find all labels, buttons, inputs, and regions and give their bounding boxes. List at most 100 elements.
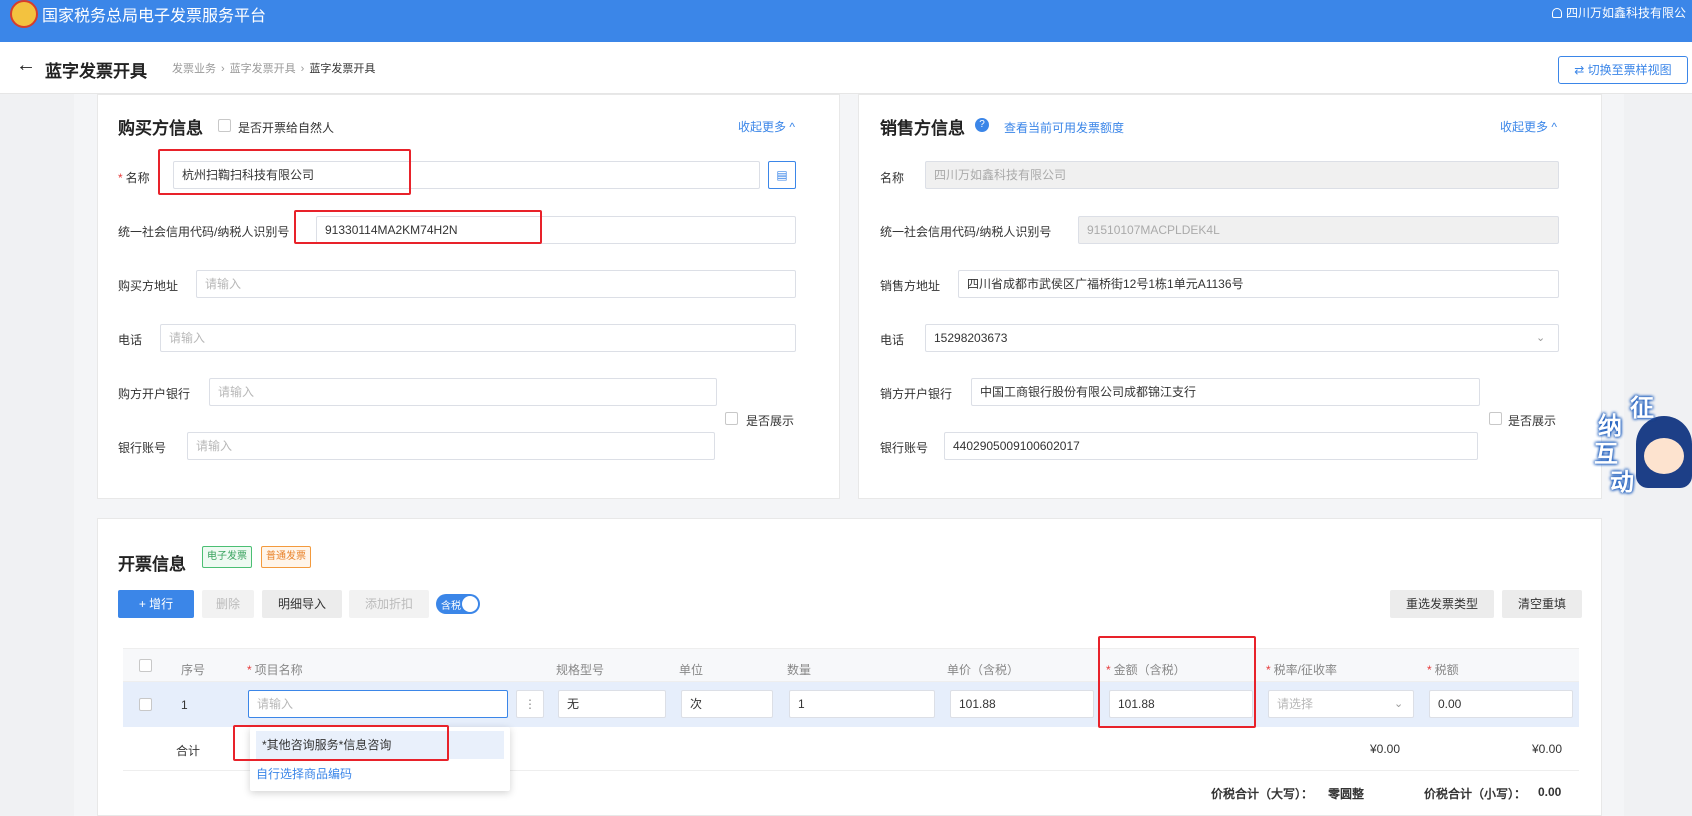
invoice-title: 开票信息 [118, 555, 186, 574]
seller-title: 销售方信息 [880, 119, 965, 138]
seller-account-label: 银行账号 [880, 441, 929, 455]
switch-view-button[interactable]: ⇄ 切换至票样视图 [1558, 56, 1688, 84]
seller-phone-select[interactable]: 15298203673 [925, 324, 1559, 352]
total-amount: ¥0.00 [1370, 742, 1401, 756]
list-icon: ▤ [776, 168, 788, 182]
buyer-address-input[interactable]: 请输入 [196, 270, 796, 298]
col-amount: * 金额（含税） [1106, 663, 1186, 677]
total-tax: ¥0.00 [1532, 742, 1563, 756]
seller-phone-label: 电话 [880, 333, 905, 347]
buyer-name-label: * 名称 [118, 171, 150, 185]
help-icon[interactable]: ? [975, 118, 989, 132]
chevron-down-icon: ⌄ [1536, 332, 1546, 344]
reselect-type-button[interactable]: 重选发票类型 [1390, 590, 1494, 618]
qty-input[interactable]: 1 [789, 690, 935, 718]
buyer-lookup-button[interactable]: ▤ [768, 161, 796, 189]
total-lower-value: 0.00 [1538, 785, 1562, 799]
price-input[interactable]: 101.88 [950, 690, 1094, 718]
tax-emblem-icon [10, 0, 38, 28]
total-lower-label: 价税合计（小写）： [1424, 787, 1527, 801]
tax-rate-select[interactable]: 请选择 [1268, 690, 1414, 718]
seller-name-label: 名称 [880, 171, 905, 185]
mascot-char: 动 [1610, 469, 1634, 496]
back-arrow-icon[interactable]: ← [16, 54, 36, 77]
buyer-bank-label: 购方开户银行 [118, 387, 191, 401]
col-tax: * 税额 [1427, 663, 1459, 677]
tax-input[interactable]: 0.00 [1429, 690, 1573, 718]
left-gutter [0, 94, 74, 816]
breadcrumb-item[interactable]: 发票业务 [172, 63, 216, 75]
total-upper-label: 价税合计（大写）： [1211, 787, 1314, 801]
breadcrumb-item[interactable]: 蓝字发票开具 [230, 63, 296, 75]
buyer-address-label: 购买方地址 [118, 279, 179, 293]
buyer-tax-id-label: 统一社会信用代码/纳税人识别号 [118, 225, 290, 239]
item-more-button[interactable]: ⋮ [516, 690, 544, 718]
select-all-checkbox[interactable] [139, 659, 152, 672]
suggestion-option[interactable]: *其他咨询服务*信息咨询 [256, 731, 504, 759]
tax-inclusive-toggle[interactable]: 含税 [436, 594, 480, 614]
buyer-bank-input[interactable]: 请输入 [209, 378, 717, 406]
buyer-account-input[interactable]: 请输入 [187, 432, 715, 460]
natural-person-checkbox[interactable] [218, 119, 231, 132]
seller-address-label: 销售方地址 [880, 279, 941, 293]
user-name: 四川万如鑫科技有限公 [1565, 6, 1686, 20]
seller-show-label: 是否展示 [1508, 414, 1557, 428]
platform-title: 国家税务总局电子发票服务平台 [42, 8, 267, 25]
seller-tax-id-input: 91510107MACPLDEK4L [1078, 216, 1559, 244]
delete-button[interactable]: 删除 [202, 590, 254, 618]
import-details-button[interactable]: 明细导入 [262, 590, 342, 618]
mascot-char: 征 [1630, 395, 1654, 422]
breadcrumb: 发票业务 › 蓝字发票开具 › 蓝字发票开具 [172, 60, 375, 76]
clear-refill-button[interactable]: 清空重填 [1502, 590, 1582, 618]
toggle-label: 含税 [441, 601, 461, 612]
buyer-collapse-link[interactable]: 收起更多 ^ [738, 118, 795, 135]
amount-input[interactable]: 101.88 [1109, 690, 1253, 718]
seller-collapse-link[interactable]: 收起更多 ^ [1500, 118, 1557, 135]
mascot-face-icon [1644, 438, 1684, 474]
chevron-down-icon: ⌄ [1394, 698, 1404, 710]
total-label: 合计 [176, 744, 201, 758]
col-index: 序号 [181, 663, 206, 677]
buyer-tax-id-input[interactable]: 91330114MA2KM74H2N [316, 216, 796, 244]
seller-tax-id-label: 统一社会信用代码/纳税人识别号 [880, 225, 1052, 239]
seller-account-input[interactable]: 4402905009100602017 [944, 432, 1478, 460]
unit-input[interactable]: 次 [681, 690, 773, 718]
quota-link[interactable]: 查看当前可用发票额度 [1004, 119, 1124, 136]
spec-input[interactable]: 无 [558, 690, 666, 718]
buyer-phone-input[interactable]: 请输入 [160, 324, 796, 352]
col-item-name: * 项目名称 [247, 663, 303, 677]
seller-address-input[interactable]: 四川省成都市武侯区广福桥街12号1栋1单元A1136号 [958, 270, 1559, 298]
page-title: 蓝字发票开具 [45, 62, 147, 81]
tag-normal: 普通发票 [261, 546, 311, 568]
seller-bank-input[interactable]: 中国工商银行股份有限公司成都锦江支行 [971, 378, 1480, 406]
col-price: 单价（含税） [947, 663, 1020, 677]
page-header: ← 蓝字发票开具 发票业务 › 蓝字发票开具 › 蓝字发票开具 ⇄ 切换至票样视图 [0, 42, 1692, 94]
top-bar: 国家税务总局电子发票服务平台 四川万如鑫科技有限公 [0, 0, 1692, 42]
add-discount-button[interactable]: 添加折扣 [349, 590, 429, 618]
breadcrumb-current: 蓝字发票开具 [309, 63, 376, 75]
toggle-knob [462, 596, 478, 612]
interaction-mascot[interactable]: 征 纳 互 动 [1590, 388, 1692, 498]
user-menu[interactable]: 四川万如鑫科技有限公 [1551, 4, 1686, 21]
total-upper-value: 零圆整 [1328, 787, 1365, 801]
col-unit: 单位 [679, 663, 704, 677]
breadcrumb-separator: › [300, 63, 305, 75]
seller-show-checkbox[interactable] [1489, 412, 1502, 425]
buyer-show-checkbox[interactable] [725, 412, 738, 425]
seller-name-input: 四川万如鑫科技有限公司 [925, 161, 1559, 189]
seller-bank-label: 销方开户银行 [880, 387, 953, 401]
tag-electronic: 电子发票 [202, 546, 252, 568]
select-code-link[interactable]: 自行选择商品编码 [256, 765, 352, 782]
row-index: 1 [181, 698, 188, 712]
buyer-name-input[interactable]: 杭州扫鞫扫科技有限公司 [173, 161, 760, 189]
item-name-input[interactable]: 请输入 [248, 690, 508, 718]
add-row-button[interactable]: + 增行 [118, 590, 194, 618]
buyer-phone-label: 电话 [118, 333, 143, 347]
natural-person-label: 是否开票给自然人 [238, 121, 335, 135]
buyer-account-label: 银行账号 [118, 441, 167, 455]
user-icon [1551, 8, 1562, 18]
col-spec: 规格型号 [556, 663, 605, 677]
buyer-show-label: 是否展示 [746, 414, 795, 428]
buyer-title: 购买方信息 [118, 119, 203, 138]
row-checkbox[interactable] [139, 698, 152, 711]
